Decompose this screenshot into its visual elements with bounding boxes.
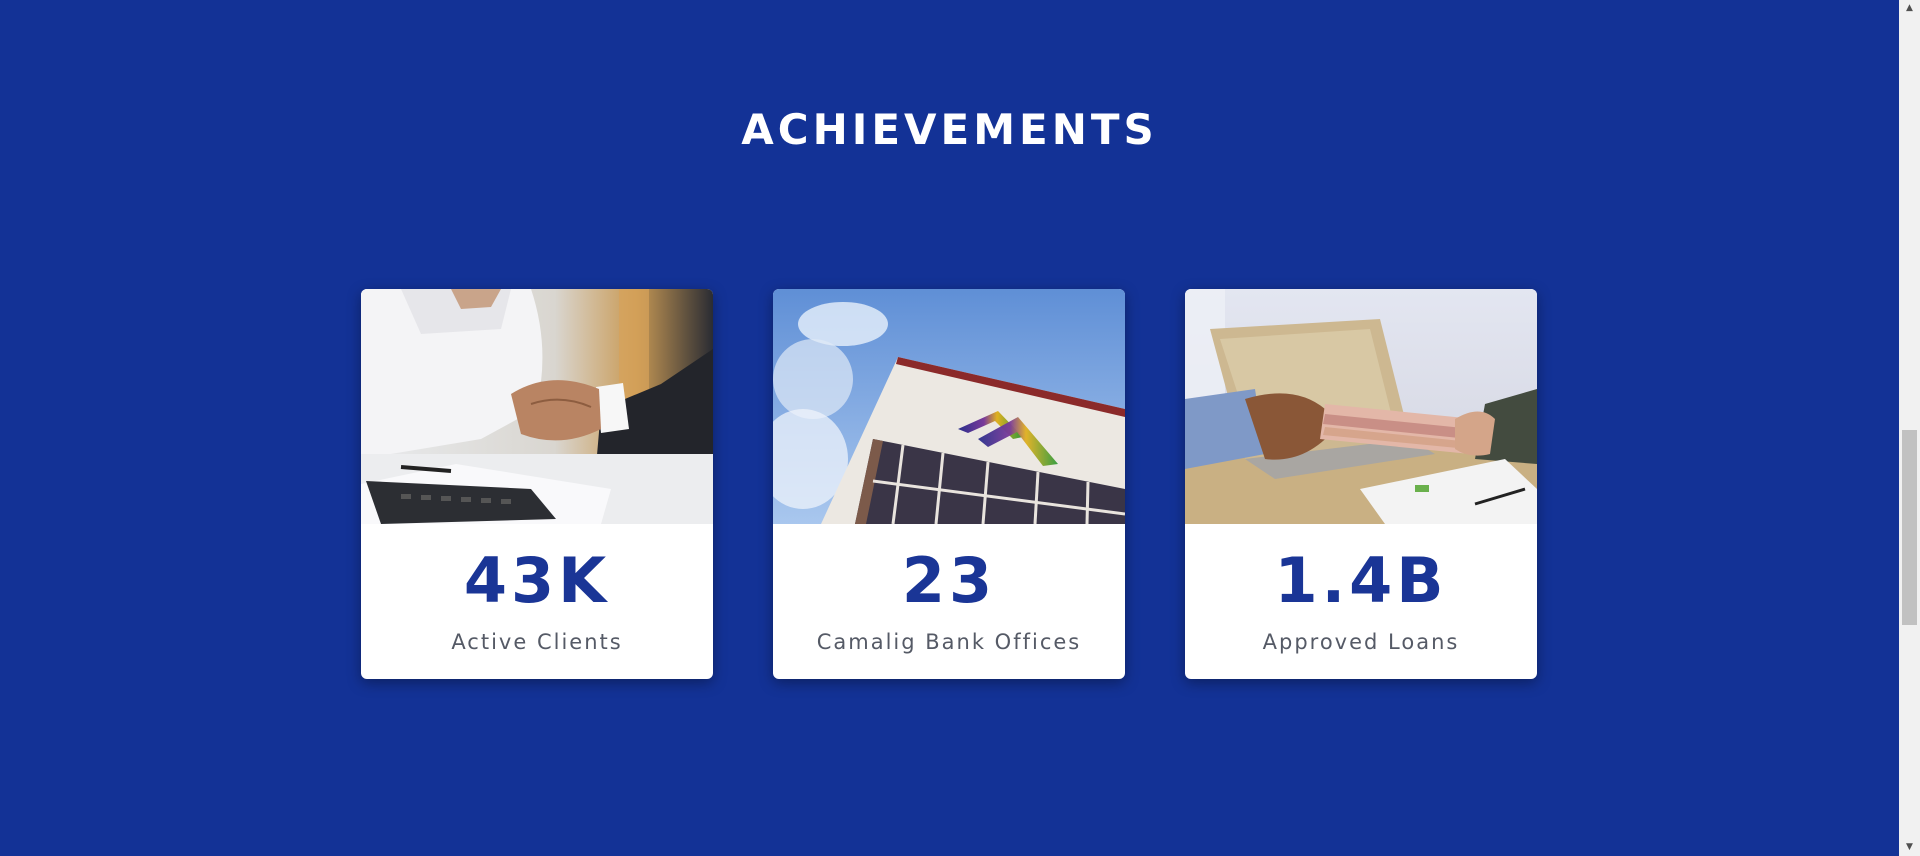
triangle-down-icon[interactable]: ▼	[1899, 839, 1920, 856]
achievement-cards: 43K Active Clients 23 Camalig Bank Offic…	[361, 289, 1537, 679]
stat-value: 1.4B	[1274, 544, 1448, 617]
section-title: ACHIEVEMENTS	[741, 105, 1158, 154]
vertical-scrollbar[interactable]: ▲ ▼	[1899, 0, 1920, 856]
triangle-up-icon[interactable]: ▲	[1899, 0, 1920, 17]
handshake-image	[361, 289, 713, 524]
handshake-photo	[361, 289, 713, 524]
bank-building-image	[773, 289, 1125, 524]
scroll-thumb[interactable]	[1902, 430, 1917, 625]
achievements-page: ACHIEVEMENTS 43K Active Clients 23 Camal…	[0, 0, 1920, 856]
achievement-card-clients: 43K Active Clients	[361, 289, 713, 679]
stat-label: Camalig Bank Offices	[816, 630, 1082, 654]
cash-handover-image	[1185, 289, 1537, 524]
stat-value: 43K	[463, 544, 611, 617]
stat-label: Approved Loans	[1262, 630, 1460, 654]
achievement-card-loans: 1.4B Approved Loans	[1185, 289, 1537, 679]
cash-handover-photo	[1185, 289, 1537, 524]
bank-building-photo	[773, 289, 1125, 524]
stat-value: 23	[901, 544, 997, 617]
stat-label: Active Clients	[451, 630, 623, 654]
achievement-card-offices: 23 Camalig Bank Offices	[773, 289, 1125, 679]
